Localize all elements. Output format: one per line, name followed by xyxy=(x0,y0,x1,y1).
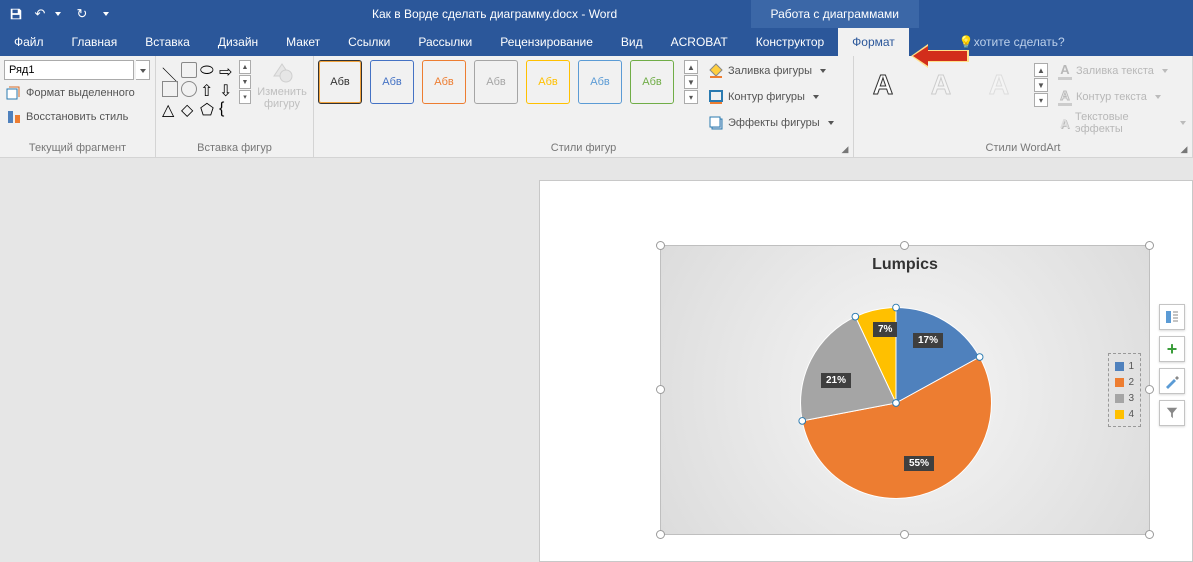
tab-constructor[interactable]: Конструктор xyxy=(742,28,838,56)
chart-object[interactable]: Lumpics xyxy=(660,245,1150,535)
resize-handle[interactable] xyxy=(656,530,665,539)
shape-styles-down[interactable]: ▼ xyxy=(684,75,698,89)
data-label-2[interactable]: 55% xyxy=(904,456,934,471)
wordart-styles-up[interactable]: ▲ xyxy=(1034,63,1048,77)
tab-layout[interactable]: Макет xyxy=(272,28,334,56)
shape-effects-button[interactable]: Эффекты фигуры xyxy=(706,112,836,134)
shape-fill-button[interactable]: Заливка фигуры xyxy=(706,60,836,82)
tab-file[interactable]: Файл xyxy=(0,28,58,56)
group-label-shape-styles: Стили фигур xyxy=(318,139,849,157)
tab-design[interactable]: Дизайн xyxy=(204,28,272,56)
redo-icon[interactable]: ↻ xyxy=(74,6,90,22)
reset-style-button[interactable]: Восстановить стиль xyxy=(4,106,130,128)
tab-view[interactable]: Вид xyxy=(607,28,657,56)
resize-handle[interactable] xyxy=(656,385,665,394)
format-selection-button[interactable]: Формат выделенного xyxy=(4,82,137,104)
tab-review[interactable]: Рецензирование xyxy=(486,28,607,56)
shape-style-1[interactable]: Абв xyxy=(318,60,362,104)
shape-styles-up[interactable]: ▲ xyxy=(684,60,698,74)
resize-handle[interactable] xyxy=(1145,385,1154,394)
chart-filters-button[interactable] xyxy=(1159,400,1185,426)
shape-gallery-down[interactable]: ▼ xyxy=(239,75,251,89)
chart-element-selector-dropdown[interactable] xyxy=(136,60,150,80)
wordart-style-3[interactable]: А xyxy=(974,60,1024,110)
shape-gallery-more[interactable]: ▾ xyxy=(239,90,251,104)
tab-format[interactable]: Формат xyxy=(838,28,909,56)
qat-more-icon[interactable] xyxy=(98,6,114,22)
tab-home[interactable]: Главная xyxy=(58,28,132,56)
text-effects-button[interactable]: A Текстовые эффекты xyxy=(1056,112,1188,134)
resize-handle[interactable] xyxy=(900,241,909,250)
tab-acrobat[interactable]: ACROBAT xyxy=(657,28,742,56)
shape-gallery-up[interactable]: ▲ xyxy=(239,60,251,74)
resize-handle[interactable] xyxy=(1145,241,1154,250)
chart-tools-title: Работа с диаграммами xyxy=(751,0,920,28)
text-fill-button[interactable]: A Заливка текста xyxy=(1056,60,1188,82)
wordart-styles-dialog-launcher[interactable]: ◢ xyxy=(1178,143,1190,155)
chart-element-selector[interactable] xyxy=(4,60,134,80)
undo-dropdown-icon[interactable] xyxy=(50,6,66,22)
chart-title[interactable]: Lumpics xyxy=(661,246,1149,274)
shape-styles-gallery[interactable]: Абв Абв Абв Абв Абв Абв Абв ▲ ▼ ▾ xyxy=(318,60,698,104)
group-label-current-fragment: Текущий фрагмент xyxy=(4,139,151,157)
shape-gallery[interactable]: ＼ ⬭ ⇨ ⇧ ⇩ △ ◇ ⬠ { xyxy=(160,60,237,118)
chart-styles-button[interactable] xyxy=(1159,368,1185,394)
wordart-style-1[interactable]: А xyxy=(858,60,908,110)
document-page[interactable]: Lumpics xyxy=(539,180,1193,562)
tab-insert[interactable]: Вставка xyxy=(131,28,204,56)
wordart-style-2[interactable]: А xyxy=(916,60,966,110)
chart-legend[interactable]: 1 2 3 4 xyxy=(1108,353,1141,427)
text-outline-button[interactable]: A Контур текста xyxy=(1056,86,1188,108)
group-label-wordart-styles: Стили WordArt xyxy=(858,139,1188,157)
layout-options-button[interactable] xyxy=(1159,304,1185,330)
data-label-3[interactable]: 21% xyxy=(821,373,851,388)
wordart-styles-more[interactable]: ▾ xyxy=(1034,93,1048,107)
wordart-styles-gallery[interactable]: А А А ▲ ▼ ▾ xyxy=(858,60,1048,110)
undo-icon[interactable]: ↶ xyxy=(32,6,48,22)
save-icon[interactable] xyxy=(8,6,24,22)
shape-style-7[interactable]: Абв xyxy=(630,60,674,104)
document-title: Как в Ворде сделать диаграмму.docx - Wor… xyxy=(122,7,617,21)
tab-references[interactable]: Ссылки xyxy=(334,28,404,56)
shape-style-4[interactable]: Абв xyxy=(474,60,518,104)
shape-styles-dialog-launcher[interactable]: ◢ xyxy=(839,143,851,155)
shape-styles-more[interactable]: ▾ xyxy=(684,90,698,104)
data-label-1[interactable]: 17% xyxy=(913,333,943,348)
shape-style-6[interactable]: Абв xyxy=(578,60,622,104)
document-canvas[interactable]: Lumpics xyxy=(0,158,1193,562)
tab-mailings[interactable]: Рассылки xyxy=(404,28,486,56)
resize-handle[interactable] xyxy=(900,530,909,539)
shape-style-5[interactable]: Абв xyxy=(526,60,570,104)
resize-handle[interactable] xyxy=(1145,530,1154,539)
shape-style-2[interactable]: Абв xyxy=(370,60,414,104)
pie-chart[interactable]: 17% 55% 21% 7% xyxy=(791,298,1001,508)
wordart-styles-down[interactable]: ▼ xyxy=(1034,78,1048,92)
data-label-4[interactable]: 7% xyxy=(873,322,897,337)
change-shape-button: Изменить фигуру xyxy=(255,60,309,110)
shape-style-3[interactable]: Абв xyxy=(422,60,466,104)
chart-elements-button[interactable]: + xyxy=(1159,336,1185,362)
shape-outline-button[interactable]: Контур фигуры xyxy=(706,86,836,108)
group-label-insert-shapes: Вставка фигур xyxy=(160,139,309,157)
resize-handle[interactable] xyxy=(656,241,665,250)
